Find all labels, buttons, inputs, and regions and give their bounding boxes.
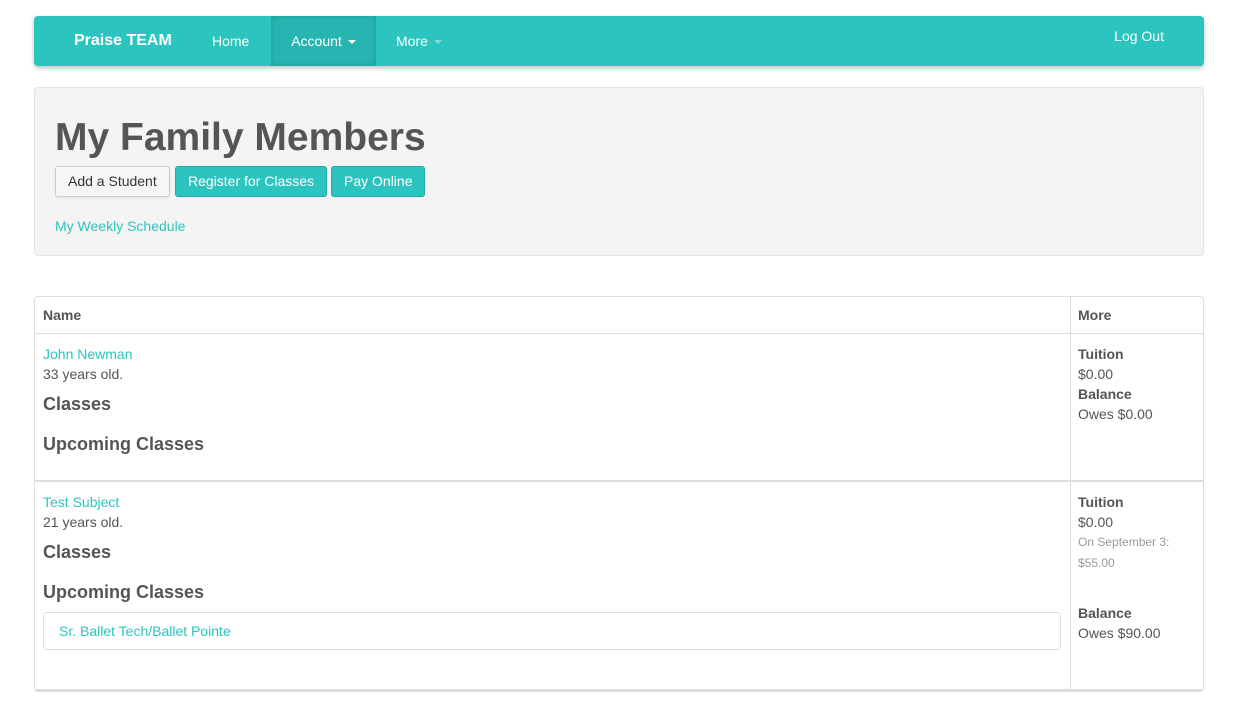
- weekly-schedule-link[interactable]: My Weekly Schedule: [55, 218, 185, 234]
- family-header-panel: My Family Members Add a Student Register…: [34, 87, 1204, 256]
- nav-account-dropdown[interactable]: Account: [271, 16, 376, 66]
- tuition-value: $0.00: [1078, 366, 1114, 382]
- family-members-table: Name More John Newman 33 years old. Clas…: [34, 296, 1204, 692]
- balance-label: Balance: [1078, 605, 1132, 621]
- tuition-schedule-amount: $55.00: [1078, 556, 1115, 570]
- register-classes-button[interactable]: Register for Classes: [175, 166, 328, 197]
- nav-more-label: More: [396, 33, 428, 49]
- tuition-value: $0.00: [1078, 514, 1114, 530]
- tuition-schedule-note: On September 3:: [1078, 535, 1170, 549]
- table-row: John Newman 33 years old. Classes Upcomi…: [35, 334, 1203, 482]
- tuition-label: Tuition: [1078, 346, 1124, 362]
- nav-account-label: Account: [291, 33, 342, 49]
- add-student-button[interactable]: Add a Student: [55, 166, 170, 197]
- student-billing-cell: Tuition $0.00 On September 3: $55.00 Bal…: [1078, 482, 1198, 643]
- brand-link[interactable]: Praise TEAM: [74, 16, 172, 66]
- tuition-label: Tuition: [1078, 494, 1124, 510]
- balance-value: Owes $90.00: [1078, 625, 1161, 641]
- student-name-cell: Test Subject 21 years old. Classes Upcom…: [43, 482, 1063, 650]
- student-age: 33 years old.: [43, 366, 124, 382]
- student-billing-cell: Tuition $0.00 Balance Owes $0.00: [1078, 334, 1198, 424]
- logout-link[interactable]: Log Out: [1114, 28, 1164, 44]
- nav-home-link[interactable]: Home: [212, 16, 249, 66]
- balance-value: Owes $0.00: [1078, 406, 1153, 422]
- table-row: Test Subject 21 years old. Classes Upcom…: [35, 482, 1203, 691]
- top-navbar: Praise TEAM Home Account More Log Out: [34, 16, 1204, 66]
- page-title: My Family Members: [55, 116, 426, 159]
- student-name-link[interactable]: Test Subject: [43, 492, 1063, 512]
- balance-label: Balance: [1078, 386, 1132, 402]
- caret-down-icon: [347, 40, 356, 45]
- classes-heading: Classes: [43, 394, 112, 414]
- column-divider: [1070, 297, 1071, 333]
- student-age: 21 years old.: [43, 514, 124, 530]
- upcoming-classes-heading: Upcoming Classes: [43, 434, 205, 454]
- column-divider: [1070, 482, 1071, 689]
- student-name-link[interactable]: John Newman: [43, 344, 1063, 364]
- upcoming-class-card: Sr. Ballet Tech/Ballet Pointe: [43, 612, 1061, 650]
- column-divider: [1070, 334, 1071, 480]
- caret-down-icon: [433, 40, 442, 45]
- column-header-name: Name: [43, 307, 82, 323]
- upcoming-class-link[interactable]: Sr. Ballet Tech/Ballet Pointe: [44, 613, 1060, 649]
- nav-more-dropdown[interactable]: More: [396, 16, 442, 66]
- student-name-cell: John Newman 33 years old. Classes Upcomi…: [43, 334, 1063, 454]
- upcoming-classes-heading: Upcoming Classes: [43, 582, 205, 602]
- column-header-more: More: [1078, 307, 1112, 323]
- classes-heading: Classes: [43, 542, 112, 562]
- pay-online-button[interactable]: Pay Online: [331, 166, 426, 197]
- table-header-row: Name More: [35, 297, 1203, 334]
